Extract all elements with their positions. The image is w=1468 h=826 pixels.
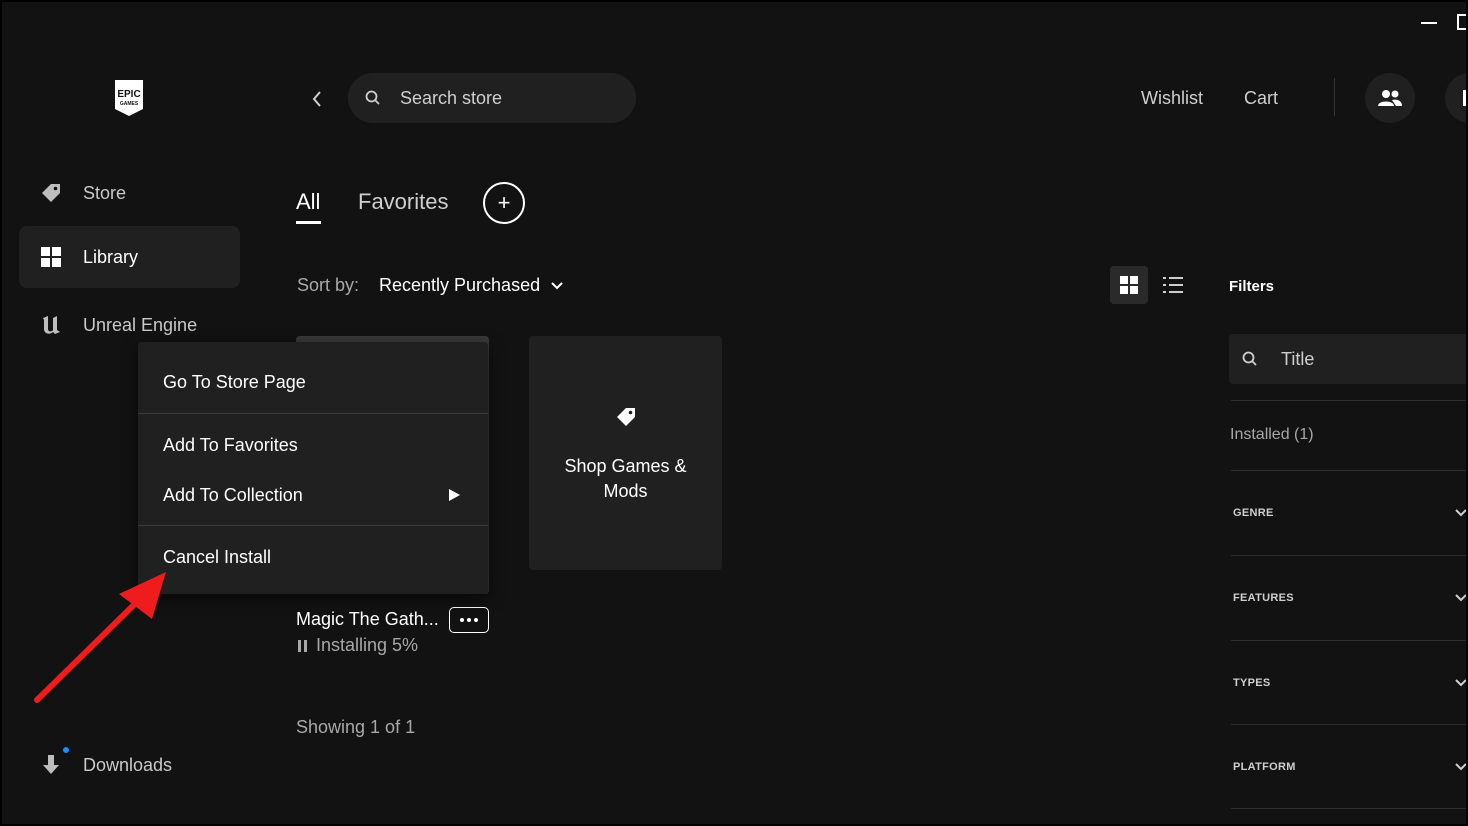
maximize-icon[interactable] xyxy=(1457,14,1466,30)
menu-item-cancel-install[interactable]: Cancel Install xyxy=(138,537,488,577)
plus-icon: + xyxy=(497,190,511,215)
unreal-icon xyxy=(39,313,63,337)
tag-icon xyxy=(615,406,637,433)
filter-title-search[interactable] xyxy=(1229,334,1466,384)
filter-divider xyxy=(1231,808,1466,809)
filter-title-input[interactable] xyxy=(1279,347,1433,371)
search-icon xyxy=(1241,350,1259,368)
sidebar-item-label: Library xyxy=(83,246,139,267)
download-notification-dot xyxy=(63,747,69,753)
menu-divider xyxy=(138,413,488,414)
search-icon xyxy=(364,89,382,107)
filter-divider xyxy=(1231,400,1466,401)
results-count: Showing 1 of 1 xyxy=(296,717,416,737)
filter-features[interactable]: FEATURES xyxy=(1233,592,1294,604)
grid-view-button[interactable] xyxy=(1110,266,1148,304)
filter-divider xyxy=(1231,555,1466,556)
grid-icon xyxy=(1120,276,1138,294)
filter-platform[interactable]: PLATFORM xyxy=(1233,761,1296,773)
minimize-icon[interactable] xyxy=(1421,22,1437,24)
chevron-down-icon xyxy=(1455,594,1466,602)
game-context-menu: Go To Store Page Add To Favorites Add To… xyxy=(138,342,488,594)
chevron-down-icon xyxy=(1455,679,1466,687)
filter-installed[interactable]: Installed (1) xyxy=(1230,426,1314,444)
game-title[interactable]: Magic The Gath... xyxy=(296,609,439,630)
filters-title: Filters xyxy=(1229,278,1275,295)
profile-button[interactable] xyxy=(1445,73,1466,123)
sidebar-item-label: Unreal Engine xyxy=(83,314,198,335)
tab-favorites[interactable]: Favorites xyxy=(358,189,448,215)
add-collection-button[interactable]: + xyxy=(483,182,525,224)
menu-item-go-to-store-page[interactable]: Go To Store Page xyxy=(138,362,488,402)
sort-label: Sort by: xyxy=(297,275,360,295)
list-view-button[interactable] xyxy=(1154,266,1192,304)
filter-divider xyxy=(1231,470,1466,471)
friends-icon xyxy=(1378,90,1402,106)
chevron-down-icon xyxy=(1455,509,1466,517)
svg-text:EPIC: EPIC xyxy=(117,89,140,100)
list-icon xyxy=(1163,277,1183,293)
sidebar-item-store[interactable]: Store xyxy=(19,162,240,224)
submenu-arrow-icon xyxy=(449,489,460,501)
store-search[interactable] xyxy=(348,73,636,123)
friends-button[interactable] xyxy=(1365,73,1415,123)
wishlist-link[interactable]: Wishlist xyxy=(1141,88,1203,109)
tab-all[interactable]: All xyxy=(296,189,320,215)
sort-dropdown[interactable]: Recently Purchased xyxy=(379,275,564,296)
menu-item-add-to-favorites[interactable]: Add To Favorites xyxy=(138,425,488,465)
filter-divider xyxy=(1231,640,1466,641)
tag-icon xyxy=(39,181,63,205)
filter-genre[interactable]: GENRE xyxy=(1233,507,1274,519)
active-tab-indicator xyxy=(296,221,321,224)
sidebar-item-label: Downloads xyxy=(83,754,173,775)
filter-divider xyxy=(1231,724,1466,725)
pause-icon[interactable] xyxy=(298,639,307,652)
header-divider xyxy=(1334,78,1335,116)
install-status: Installing 5% xyxy=(298,635,418,656)
cart-link[interactable]: Cart xyxy=(1244,88,1278,109)
shop-card-label: Shop Games & Mods xyxy=(564,456,687,501)
menu-item-add-to-collection[interactable]: Add To Collection xyxy=(138,475,488,515)
game-options-button[interactable] xyxy=(449,607,489,633)
sort-value: Recently Purchased xyxy=(379,275,541,295)
install-progress-text: Installing 5% xyxy=(316,635,419,655)
epic-games-logo[interactable]: EPIC GAMES xyxy=(113,79,145,117)
sidebar-item-library[interactable]: Library xyxy=(19,226,240,288)
sidebar-item-downloads[interactable]: Downloads xyxy=(19,734,240,796)
search-input[interactable] xyxy=(398,86,602,110)
shop-games-card[interactable]: Shop Games & Mods xyxy=(529,336,722,570)
sidebar-item-label: Store xyxy=(83,182,127,203)
grid-icon xyxy=(39,245,63,269)
download-icon xyxy=(39,753,63,777)
epic-games-launcher-window: EPIC GAMES Store Library Unreal Engine D… xyxy=(0,0,1468,826)
chevron-down-icon xyxy=(551,281,563,289)
chevron-down-icon xyxy=(1455,763,1466,771)
filter-types[interactable]: TYPES xyxy=(1233,677,1271,689)
back-button[interactable] xyxy=(306,88,328,110)
svg-text:GAMES: GAMES xyxy=(120,101,139,107)
menu-divider xyxy=(138,525,488,526)
chevron-left-icon xyxy=(312,91,321,107)
